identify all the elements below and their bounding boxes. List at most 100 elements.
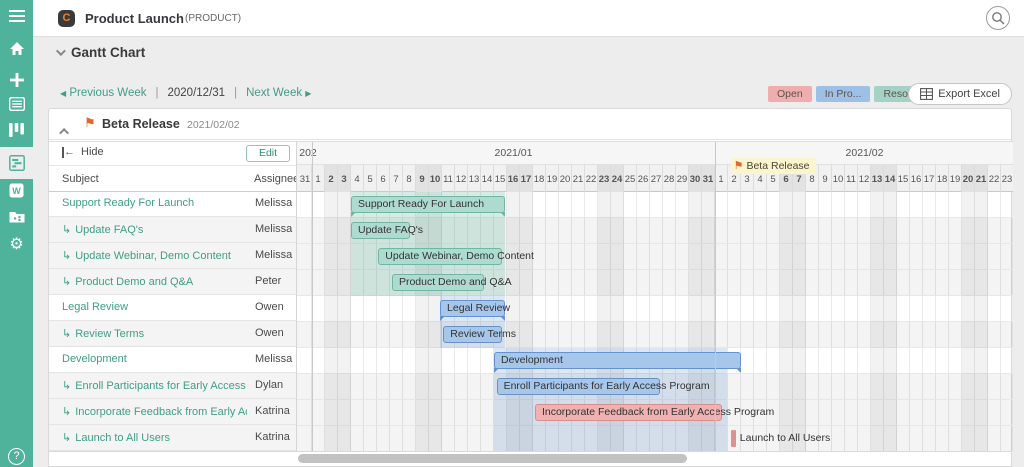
milestone-flag-label: ⚑Beta Release (731, 158, 816, 174)
gantt-bar-in_progress[interactable]: Enroll Participants for Early Access Pro… (497, 378, 661, 395)
day-header-cell: 16 (507, 165, 520, 192)
day-header-cell: 27 (650, 165, 663, 192)
shared-files-icon[interactable] (0, 203, 33, 229)
month-header-row: 2022021/012021/02 (297, 142, 1013, 165)
gantt-bar-open[interactable] (731, 430, 736, 447)
task-subject-link[interactable]: ↳Review Terms (62, 327, 144, 340)
day-header-cell: 20 (559, 165, 572, 192)
table-header-left: ← Hide Edit Subject Assignee (49, 141, 296, 191)
task-subject-link[interactable]: ↳Enroll Participants for Early Access Pr… (62, 379, 247, 392)
task-subject-link[interactable]: ↳Product Demo and Q&A (62, 275, 193, 288)
menu-icon[interactable] (0, 3, 33, 29)
chart-body: Support Ready For Launch Update FAQ's Upda… (297, 192, 1013, 451)
gantt-bar-resolved[interactable]: Support Ready For Launch (351, 196, 505, 213)
export-excel-button[interactable]: Export Excel (908, 83, 1012, 105)
day-header-cell: 1 (715, 165, 728, 192)
add-icon[interactable] (0, 67, 33, 93)
hide-panel-button[interactable]: ← Hide (62, 146, 104, 158)
day-header-cell: 31 (702, 165, 715, 192)
gantt-panel: ⚑ Beta Release 2021/02/02 ← Hide Edit Su… (48, 108, 1012, 467)
task-subject-link[interactable]: ↳Launch to All Users (62, 431, 170, 444)
collapse-button[interactable] (62, 122, 69, 140)
top-bar: C Product Launch (PRODUCT) (33, 0, 1024, 37)
day-header-cell: 6 (377, 165, 390, 192)
day-header-cell: 20 (962, 165, 975, 192)
help-icon[interactable]: ? (0, 443, 33, 467)
gantt-bar-resolved[interactable]: Product Demo and Q&A (392, 274, 484, 291)
day-header-cell: 30 (689, 165, 702, 192)
edit-button[interactable]: Edit (246, 145, 290, 162)
assignee-column-header: Assignee (254, 173, 299, 185)
separator: | (234, 87, 237, 99)
day-header-cell: 5 (364, 165, 377, 192)
day-header-cell: 3 (338, 165, 351, 192)
previous-week-link[interactable]: ◀ Previous Week (60, 87, 147, 99)
board-icon[interactable] (0, 117, 33, 143)
gantt-chart-area: 2022021/012021/02 3112345678910111213141… (296, 141, 1013, 451)
chart-row-stripe (297, 296, 1013, 322)
gantt-bar-in_progress[interactable]: Development (494, 352, 741, 369)
task-assignee: Katrina (255, 405, 290, 417)
day-header-cell: 18 (533, 165, 546, 192)
search-button[interactable] (986, 6, 1010, 30)
task-assignee: Melissa (255, 223, 292, 235)
day-header-cell: 23 (1001, 165, 1013, 192)
day-header-cell: 2 (325, 165, 338, 192)
legend-chip-inpro[interactable]: In Pro... (816, 86, 871, 102)
gantt-bar-open[interactable]: Incorporate Feedback from Early Access P… (535, 404, 722, 421)
task-row: ↳Review TermsOwen (49, 321, 296, 347)
day-header-row: 3112345678910111213141516171819202122232… (297, 165, 1013, 192)
task-subject-link[interactable]: Legal Review (62, 301, 128, 313)
day-header-cell: 17 (520, 165, 533, 192)
wiki-document-icon[interactable]: W (0, 177, 33, 203)
task-row: DevelopmentMelissa (49, 347, 296, 373)
gantt-bar-resolved[interactable]: Update FAQ's (351, 222, 410, 239)
day-header-cell: 12 (858, 165, 871, 192)
day-header-cell: 14 (481, 165, 494, 192)
issues-list-icon[interactable] (0, 91, 33, 117)
task-subject-link[interactable]: ↳Update Webinar, Demo Content (62, 249, 231, 262)
next-week-link[interactable]: Next Week ▶ (246, 87, 311, 99)
settings-gear-icon[interactable]: ⚙ (0, 231, 33, 257)
month-label: 2021/01 (312, 147, 715, 159)
day-header-cell: 21 (572, 165, 585, 192)
task-subject-link[interactable]: ↳Update FAQ's (62, 223, 143, 236)
flag-icon: ⚑ (734, 160, 744, 172)
gantt-bar-label: Launch to All Users (740, 430, 830, 447)
gantt-bar-resolved[interactable]: Update Webinar, Demo Content (378, 248, 502, 265)
project-key: (PRODUCT) (185, 13, 241, 24)
subtask-arrow-icon: ↳ (62, 380, 71, 392)
gantt-bar-in_progress[interactable]: Legal Review (440, 300, 505, 317)
subtask-arrow-icon: ↳ (62, 328, 71, 340)
day-header-cell: 23 (598, 165, 611, 192)
current-date: 2020/12/31 (168, 87, 226, 99)
day-header-cell: 25 (624, 165, 637, 192)
home-icon[interactable] (0, 35, 33, 61)
day-header-cell: 15 (897, 165, 910, 192)
milestone-date: 2021/02/02 (187, 119, 240, 131)
project-logo-icon[interactable]: C (58, 10, 75, 27)
task-subject-link[interactable]: Development (62, 353, 127, 365)
legend-chip-open[interactable]: Open (768, 86, 812, 102)
gantt-section-header[interactable]: Gantt Chart (56, 45, 145, 60)
app-sidebar: W ⚙ ? (0, 0, 33, 467)
day-header-cell: 17 (923, 165, 936, 192)
task-subject-link[interactable]: ↳Incorporate Feedback from Early Access … (62, 405, 247, 418)
weekend-column (871, 192, 884, 451)
day-header-cell: 9 (416, 165, 429, 192)
subject-column-header: Subject (62, 173, 99, 185)
project-title[interactable]: Product Launch (85, 11, 184, 26)
gantt-bar-in_progress[interactable]: Review Terms (443, 326, 502, 343)
week-navigation: ◀ Previous Week | 2020/12/31 | Next Week… (60, 87, 311, 99)
gantt-chart-icon[interactable] (0, 150, 33, 176)
task-subject-link[interactable]: Support Ready For Launch (62, 197, 194, 209)
horizontal-scrollbar[interactable] (298, 454, 687, 463)
task-row: ↳Incorporate Feedback from Early Access … (49, 399, 296, 425)
section-title: Gantt Chart (71, 45, 145, 60)
day-header-cell: 15 (494, 165, 507, 192)
left-arrow-icon: ◀ (60, 89, 66, 98)
task-assignee: Peter (255, 275, 281, 287)
day-header-cell: 4 (351, 165, 364, 192)
task-assignee: Katrina (255, 431, 290, 443)
weekend-column (962, 192, 975, 451)
